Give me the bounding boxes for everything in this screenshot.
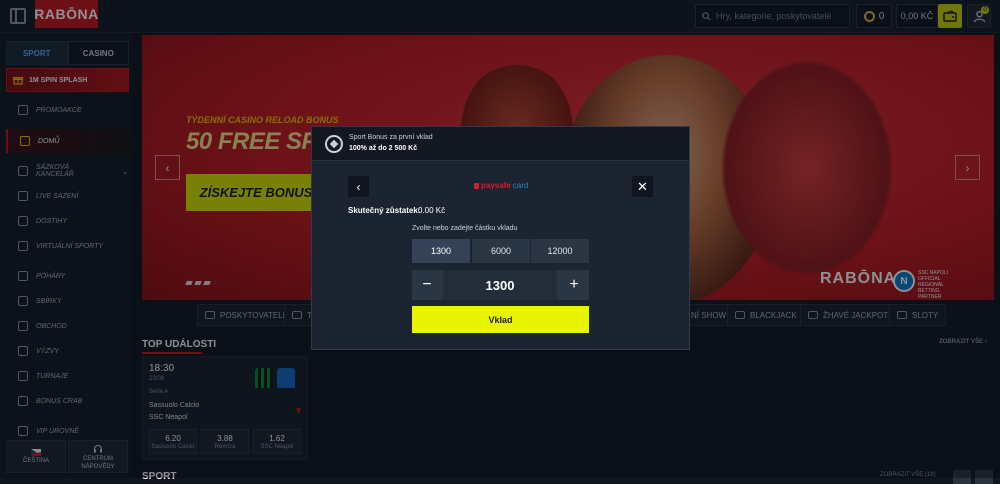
close-icon: ✕ [637,178,648,194]
provider-suffix: card [512,181,529,190]
modal-header [312,127,689,161]
decrease-amount-button[interactable]: − [412,270,442,300]
bonus-name: Sport Bonus za první vklad [349,134,433,141]
paysafecard-logo: paysafe card [474,181,528,190]
amount-option-6000[interactable]: 6000 [472,239,530,263]
amount-prompt: Zvolte nebo zadejte částku vkladu [412,225,518,232]
bonus-detail: 100% až do 2 500 Kč [349,145,418,152]
amount-option-1300[interactable]: 1300 [412,239,470,263]
plus-icon: + [569,276,579,293]
chevron-left-icon: ‹ [356,179,361,194]
amount-input[interactable]: 1300 [443,270,557,300]
soccer-ball-icon [325,135,343,153]
balance-label: Skutečný zůstatek: [348,206,421,215]
increase-amount-button[interactable]: + [559,270,589,300]
balance-value: 0.00 Kč [418,206,446,215]
modal-close-button[interactable]: ✕ [632,176,653,197]
lock-icon [474,182,479,189]
deposit-button[interactable]: Vklad [412,306,589,333]
amount-option-12000[interactable]: 12000 [531,239,589,263]
modal-back-button[interactable]: ‹ [348,176,369,197]
minus-icon: − [422,276,432,293]
provider-name: paysafe [481,181,511,190]
